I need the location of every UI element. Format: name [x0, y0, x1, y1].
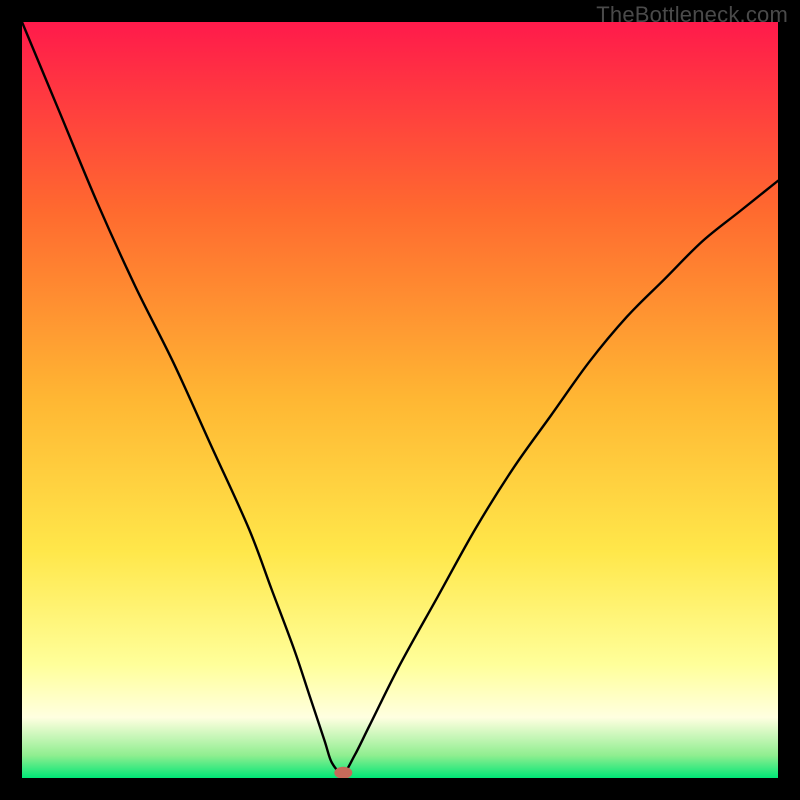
chart-frame: TheBottleneck.com [0, 0, 800, 800]
plot-area [22, 22, 778, 778]
watermark-text: TheBottleneck.com [596, 2, 788, 28]
bottleneck-chart [22, 22, 778, 778]
